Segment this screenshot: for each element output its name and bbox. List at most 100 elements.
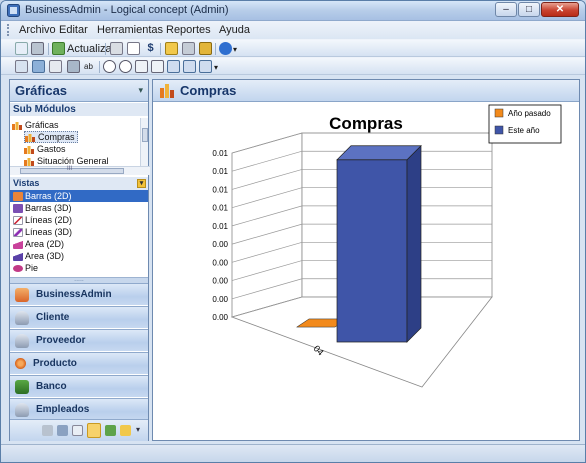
menu-herramientas[interactable]: Herramientas (97, 24, 163, 36)
calculator-icon[interactable] (110, 42, 123, 55)
nav-button-label: Cliente (36, 312, 70, 323)
first-page-icon[interactable] (167, 60, 180, 73)
vista-item-barras-2d[interactable]: Barras (2D) (10, 190, 148, 202)
menu-ayuda[interactable]: Ayuda (219, 24, 250, 36)
toolbar2-overflow-icon[interactable]: ▾ (214, 63, 218, 72)
close-button[interactable]: ✕ (541, 2, 579, 17)
lock-icon[interactable] (199, 42, 212, 55)
legend-swatch (494, 108, 504, 118)
chart-header-icon (160, 84, 174, 98)
minimize-button[interactable]: – (495, 2, 517, 17)
actualizar-button[interactable]: Actualizar (67, 43, 115, 55)
vista-item-lineas-2d[interactable]: Líneas (2D) (10, 214, 148, 226)
next-page-icon[interactable] (183, 60, 196, 73)
tree-item-compras[interactable]: Compras (24, 131, 78, 143)
toolbar-separator (48, 43, 49, 55)
line-chart-3d-icon (13, 227, 23, 237)
zoom-out-icon[interactable] (119, 60, 132, 73)
tree-item-gastos[interactable]: Gastos (24, 143, 66, 155)
folder-mini-icon[interactable] (120, 425, 131, 436)
ab-icon[interactable]: ab (84, 62, 93, 71)
pie-chart-icon (13, 264, 23, 272)
nav-button-label: BusinessAdmin (36, 289, 112, 300)
tree-vertical-scrollbar[interactable] (140, 118, 148, 166)
maximize-button[interactable]: □ (518, 2, 540, 17)
copy-icon[interactable] (49, 60, 62, 73)
dollar-icon[interactable]: $ (144, 42, 157, 55)
nav-button-businessadmin[interactable]: BusinessAdmin (10, 283, 148, 305)
chart-area: Compras 0.00 0.00 0.00 0.00 0.00 0.01 0.01 0.01 0… (153, 102, 579, 440)
y-tick-label: 0.01 (212, 204, 228, 213)
vistas-heading: Vistas ▾ (10, 177, 148, 190)
app-window: BusinessAdmin - Logical concept (Admin) … (0, 0, 586, 463)
menu-reportes[interactable]: Reportes (166, 24, 211, 36)
vistas-dropdown-icon[interactable]: ▾ (137, 179, 146, 188)
y-tick-label: 0.00 (212, 313, 228, 322)
nav-overflow-strip: ▾ (10, 419, 148, 441)
menu-archivo[interactable]: Archivo (19, 24, 56, 36)
chart-icon (25, 133, 35, 142)
scrollbar-thumb[interactable]: III (20, 166, 124, 174)
print-icon[interactable] (31, 42, 44, 55)
folder-icon[interactable] (165, 42, 178, 55)
bar-chart-3d-icon (13, 203, 23, 213)
tree-item-root[interactable]: Gráficas (12, 119, 59, 131)
fit-page-icon[interactable] (135, 60, 148, 73)
legend-label: Este año (508, 126, 540, 135)
info-icon[interactable] (219, 42, 232, 55)
content-pane-title: Compras (180, 83, 237, 98)
preview-icon[interactable] (15, 42, 28, 55)
bar-chart-icon (13, 191, 23, 201)
toolbar-overflow-icon[interactable]: ▾ (233, 45, 237, 54)
tree-item-label: Compras (38, 132, 75, 142)
window-title: BusinessAdmin - Logical concept (Admin) (25, 4, 229, 16)
refresh-icon[interactable] (52, 42, 65, 55)
spell-icon[interactable] (67, 60, 80, 73)
chart-side-wall (231, 132, 303, 318)
nav-button-empleados[interactable]: Empleados (10, 398, 148, 420)
document-icon[interactable] (127, 42, 140, 55)
tools-mini-icon[interactable] (42, 425, 53, 436)
vista-item-lineas-3d[interactable]: Líneas (3D) (10, 226, 148, 238)
toolbar-separator (99, 61, 100, 73)
tools-icon[interactable] (182, 42, 195, 55)
tree-item-label: Gastos (37, 144, 66, 154)
toolbar-separator (105, 43, 106, 55)
scrollbar-thumb[interactable] (142, 128, 148, 142)
vista-item-area-3d[interactable]: Area (3D) (10, 250, 148, 262)
legend-swatch (494, 125, 504, 135)
vista-item-area-2d[interactable]: Area (2D) (10, 238, 148, 250)
compras-chart: Compras 0.00 0.00 0.00 0.00 0.00 0.01 0.01 0.01 0… (212, 104, 562, 388)
vista-item-barras-3d[interactable]: Barras (3D) (10, 202, 148, 214)
last-page-icon[interactable] (199, 60, 212, 73)
bank-mini-icon[interactable] (105, 425, 116, 436)
image-icon[interactable] (32, 60, 45, 73)
vista-item-label: Líneas (2D) (25, 215, 73, 225)
y-tick-label: 0.00 (212, 240, 228, 249)
employees-icon (15, 402, 29, 417)
table-icon[interactable] (15, 60, 28, 73)
vista-item-pie[interactable]: Pie (10, 262, 148, 274)
charts-mini-icon[interactable] (87, 423, 101, 438)
navigation-pane-title: Gráficas (15, 83, 68, 98)
menu-editar[interactable]: Editar (59, 24, 88, 36)
nav-button-label: Proveedor (36, 335, 86, 346)
reports-mini-icon[interactable] (57, 425, 68, 436)
tree-horizontal-scrollbar[interactable]: III (10, 166, 150, 175)
nav-button-cliente[interactable]: Cliente (10, 306, 148, 328)
nav-button-proveedor[interactable]: Proveedor (10, 329, 148, 351)
document-mini-icon[interactable] (72, 425, 83, 436)
nav-button-banco[interactable]: Banco (10, 375, 148, 397)
chart-title: Compras (329, 114, 403, 133)
product-icon (15, 358, 26, 369)
zoom-in-icon[interactable] (103, 60, 116, 73)
bar-este-ano-top (336, 145, 422, 161)
supplier-icon (15, 333, 29, 348)
pane-collapse-icon[interactable]: ▾ (138, 85, 143, 96)
splitter-grip: ..... (74, 276, 84, 283)
configure-buttons-icon[interactable]: ▾ (136, 425, 147, 436)
vista-item-label: Barras (3D) (25, 203, 72, 213)
page-icon[interactable] (151, 60, 164, 73)
y-tick-label: 0.01 (212, 167, 228, 176)
nav-button-producto[interactable]: Producto (10, 352, 148, 374)
